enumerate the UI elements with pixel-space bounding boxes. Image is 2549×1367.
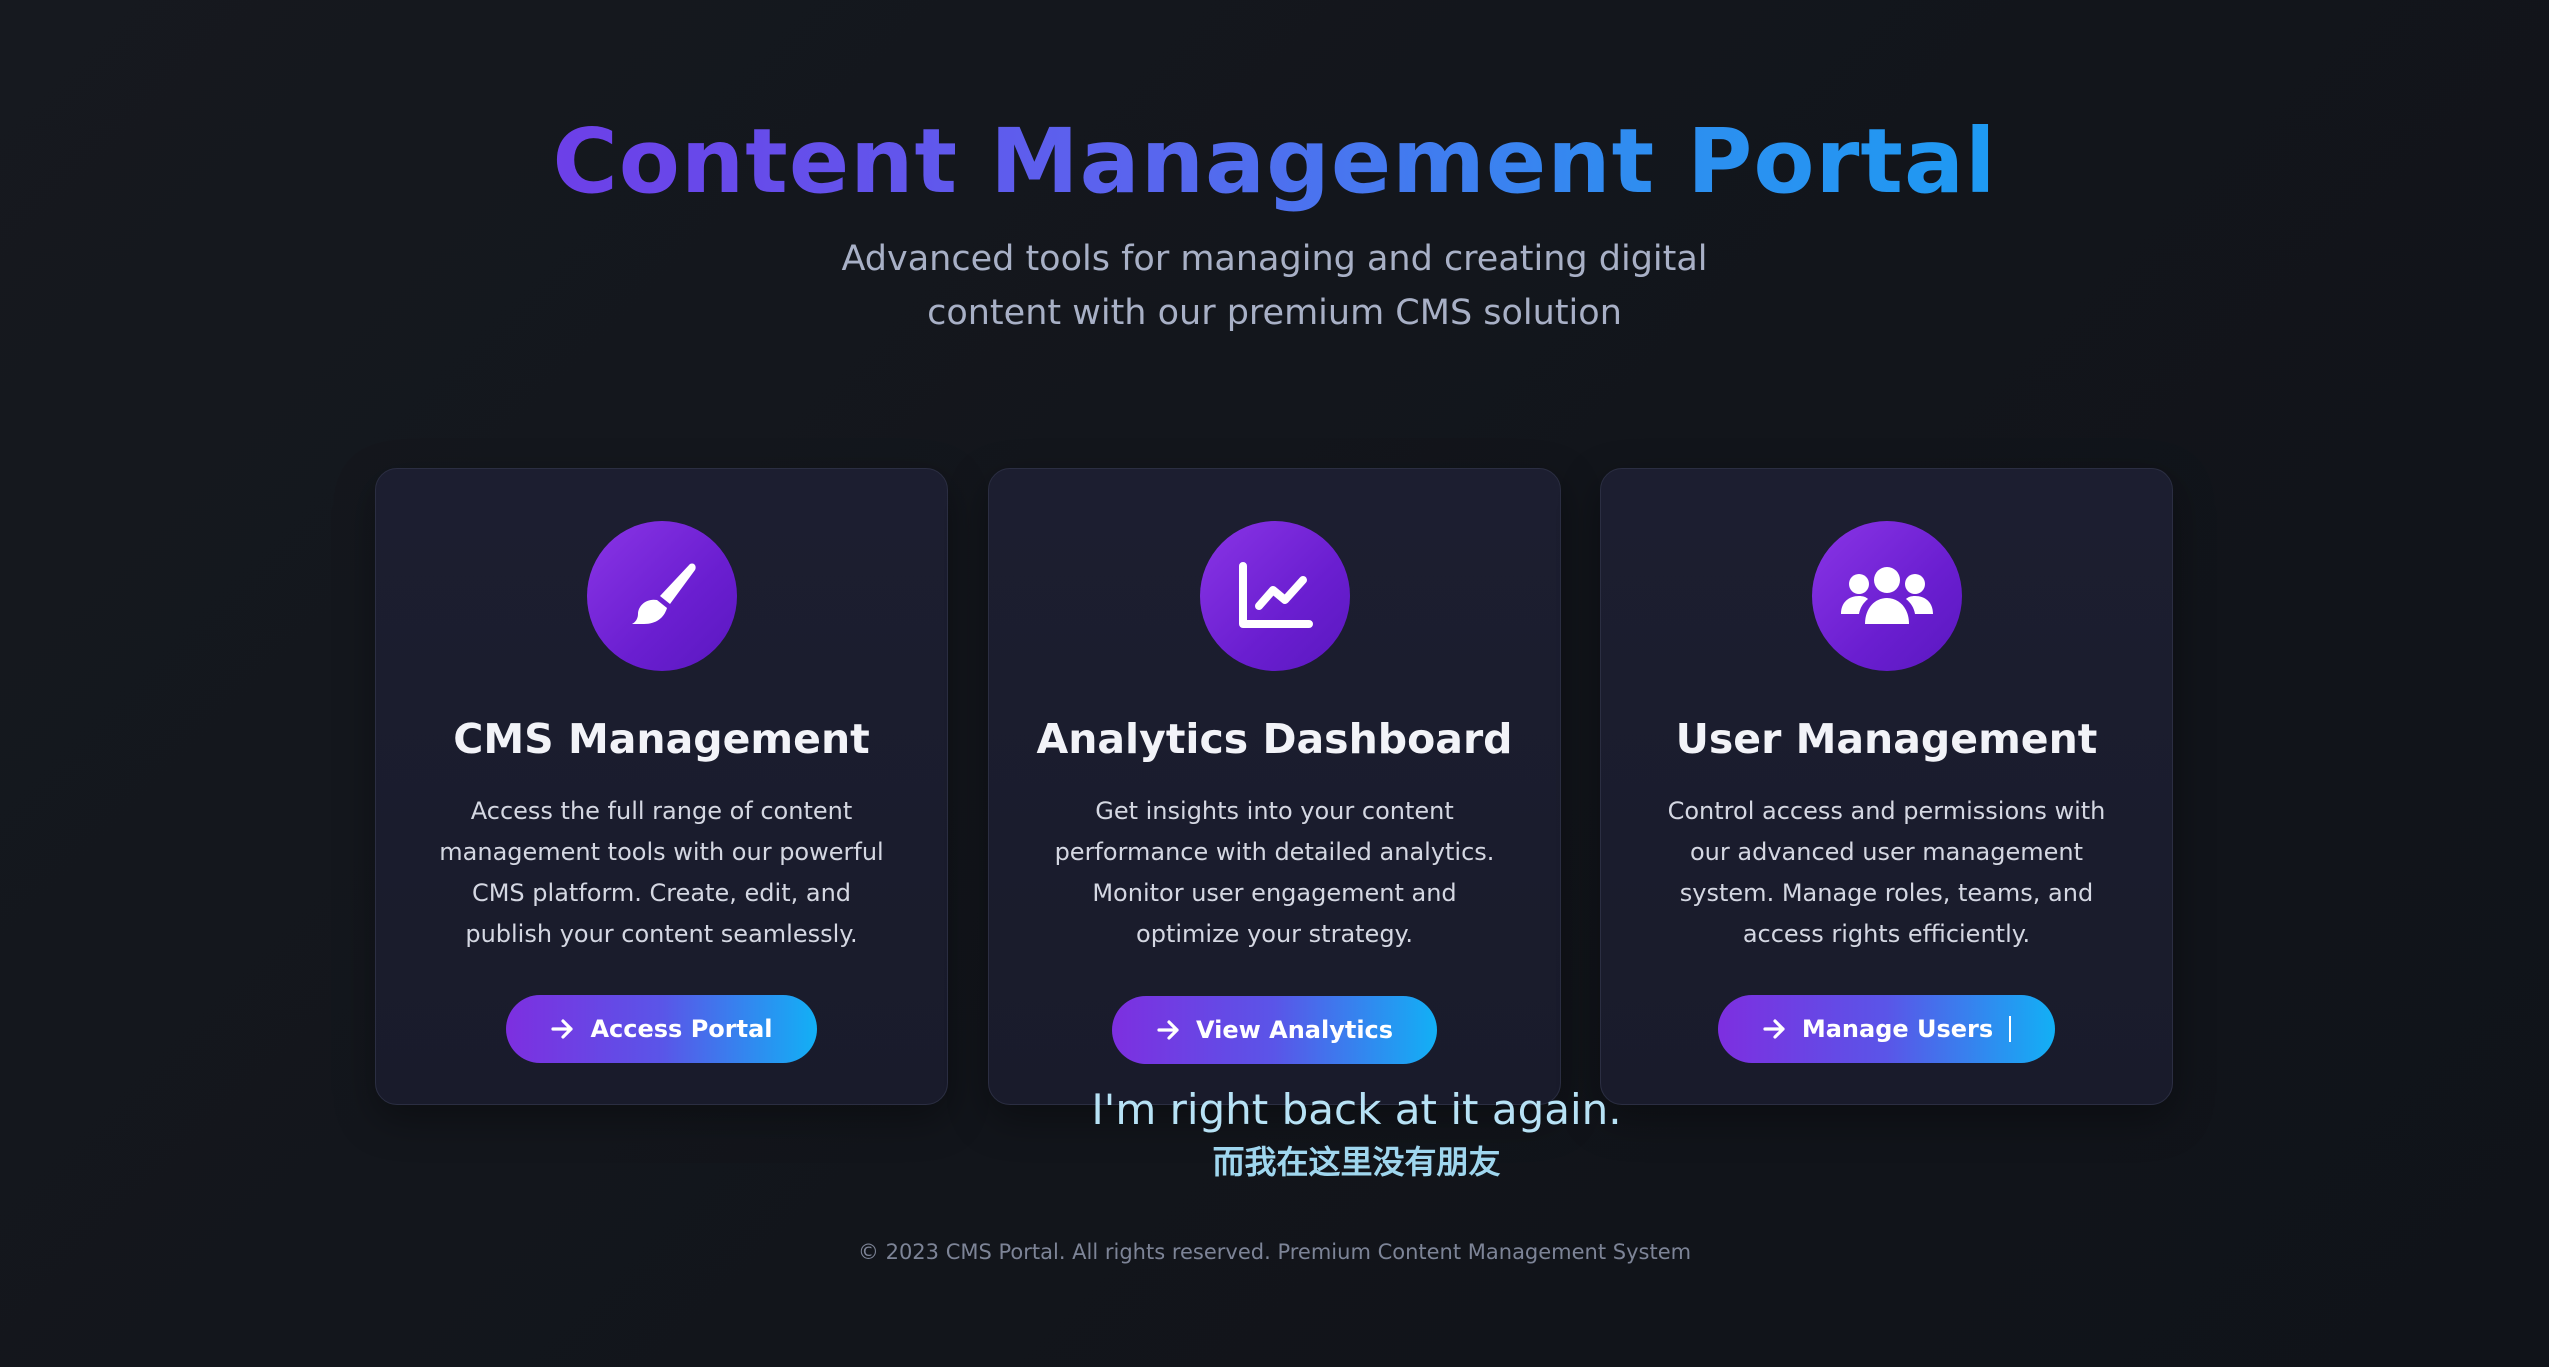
chart-line-icon xyxy=(1199,521,1350,671)
caption-overlay: I'm right back at it again. 而我在这里没有朋友 xyxy=(0,1082,2549,1184)
view-analytics-button[interactable]: View Analytics xyxy=(1111,996,1438,1064)
card-title: Analytics Dashboard xyxy=(1036,715,1513,763)
card-cms-management: CMS Management Access the full range of … xyxy=(375,468,948,1105)
card-title: User Management xyxy=(1675,715,2098,763)
page-header: Content Management Portal Advanced tools… xyxy=(0,100,2549,340)
arrow-right-icon xyxy=(1763,1019,1785,1039)
card-user-management: User Management Control access and permi… xyxy=(1600,468,2173,1105)
caption-english: I'm right back at it again. xyxy=(1091,1085,1622,1134)
caption-chinese: 而我在这里没有朋友 xyxy=(1212,1143,1501,1181)
page-subtitle: Advanced tools for managing and creating… xyxy=(841,239,1708,333)
card-analytics-dashboard: Analytics Dashboard Get insights into yo… xyxy=(988,468,1561,1105)
users-icon xyxy=(1811,521,1962,671)
card-title: CMS Management xyxy=(453,715,870,763)
arrow-right-icon xyxy=(551,1019,574,1039)
button-label: View Analytics xyxy=(1195,1016,1394,1044)
page-title: Content Management Portal xyxy=(552,100,1996,222)
manage-users-button[interactable]: Manage Users xyxy=(1717,995,2056,1063)
page-footer: © 2023 CMS Portal. All rights reserved. … xyxy=(0,1240,2549,1264)
text-cursor xyxy=(2009,1016,2012,1042)
footer-text: © 2023 CMS Portal. All rights reserved. … xyxy=(857,1240,1692,1264)
arrow-right-icon xyxy=(1157,1020,1179,1040)
card-description: Get insights into your content performan… xyxy=(1054,797,1495,948)
access-portal-button[interactable]: Access Portal xyxy=(506,995,817,1063)
button-label: Manage Users xyxy=(1801,1015,1994,1043)
paintbrush-icon xyxy=(586,521,737,671)
card-description: Control access and permissions with our … xyxy=(1667,797,2106,948)
card-description: Access the full range of content managem… xyxy=(439,797,884,948)
button-label: Access Portal xyxy=(590,1015,773,1043)
